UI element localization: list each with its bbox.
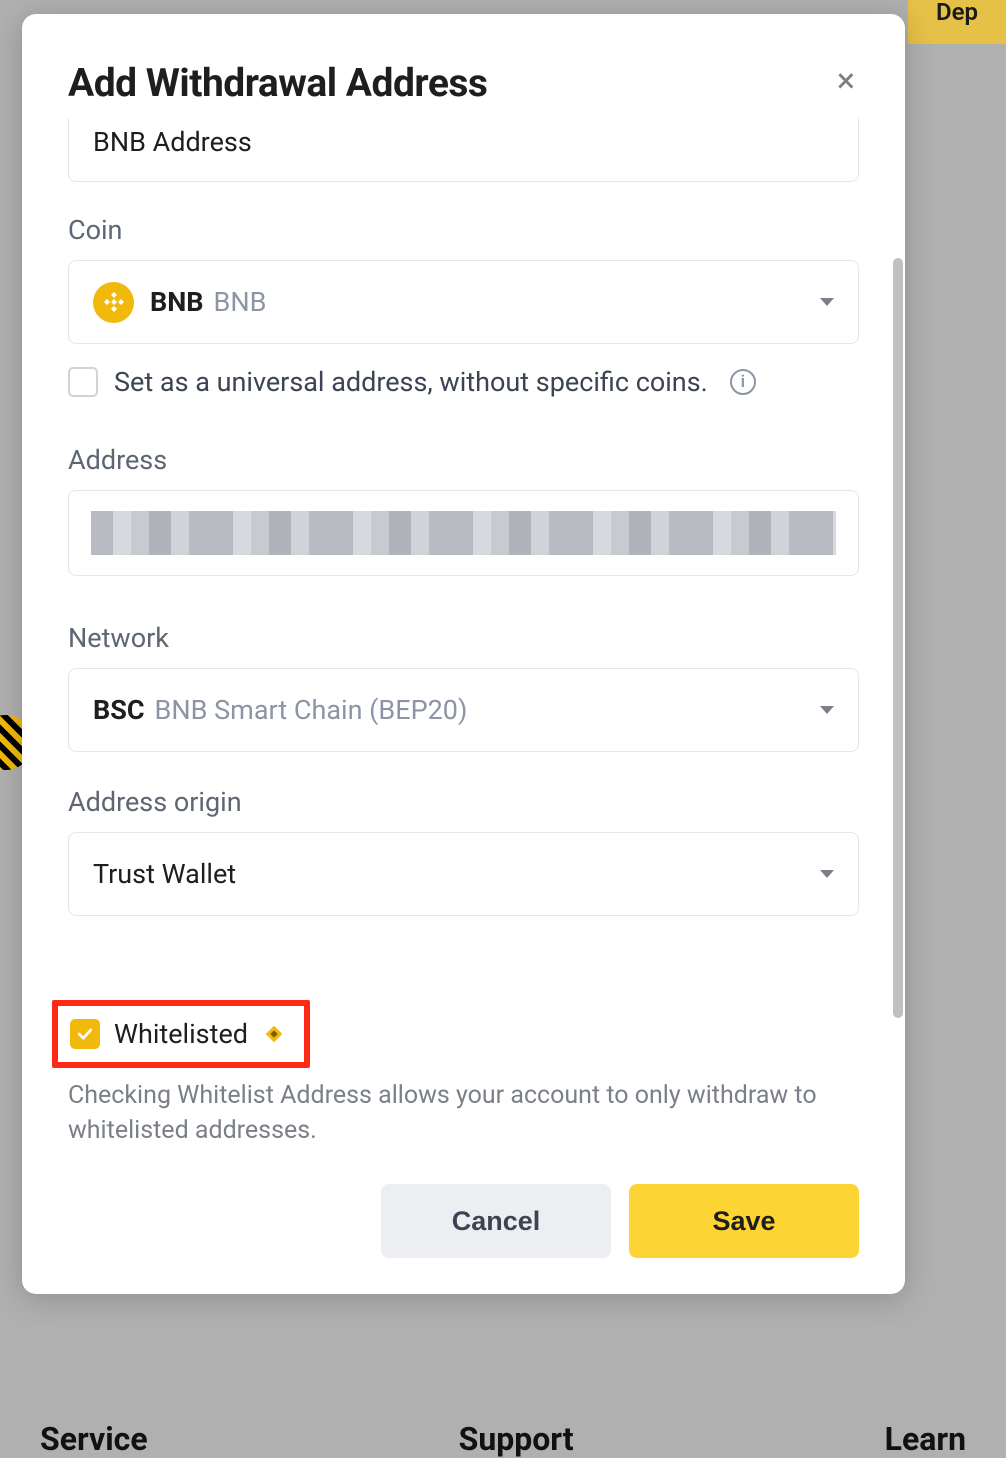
close-icon: × bbox=[837, 61, 855, 101]
background-left-text-2: oi bbox=[0, 640, 1, 670]
background-nav: Derivatives Earn Finance NFT Institution… bbox=[0, 0, 1006, 3]
address-origin-select[interactable]: Trust Wallet bbox=[68, 832, 859, 916]
coin-symbol: BNB bbox=[150, 286, 204, 318]
background-deposit-button: Dep bbox=[908, 0, 1006, 44]
address-label-input[interactable]: BNB Address bbox=[68, 118, 859, 182]
chevron-down-icon bbox=[820, 298, 834, 306]
address-origin-value: Trust Wallet bbox=[93, 858, 236, 890]
chevron-down-icon bbox=[820, 706, 834, 714]
coin-name: BNB bbox=[214, 286, 267, 318]
check-icon bbox=[75, 1024, 95, 1044]
modal-title: Add Withdrawal Address bbox=[68, 60, 487, 106]
address-value-redacted bbox=[91, 511, 836, 555]
universal-address-label: Set as a universal address, without spec… bbox=[114, 366, 708, 398]
network-select[interactable]: BSC BNB Smart Chain (BEP20) bbox=[68, 668, 859, 752]
whitelisted-label: Whitelisted bbox=[114, 1018, 248, 1050]
universal-address-checkbox[interactable] bbox=[68, 367, 98, 397]
info-icon[interactable]: i bbox=[730, 369, 756, 395]
whitelist-highlight-box: Whitelisted bbox=[52, 1000, 310, 1068]
address-origin-label: Address origin bbox=[68, 786, 859, 818]
cancel-button[interactable]: Cancel bbox=[381, 1184, 611, 1258]
scrollbar[interactable] bbox=[893, 258, 903, 1018]
whitelisted-checkbox[interactable] bbox=[70, 1019, 100, 1049]
network-name: BNB Smart Chain (BEP20) bbox=[155, 694, 468, 726]
add-withdrawal-address-modal: Add Withdrawal Address × BNB Address Coi… bbox=[22, 14, 905, 1294]
background-footer: Service Support Learn bbox=[0, 1420, 1006, 1458]
network-symbol: BSC bbox=[93, 694, 145, 726]
save-button[interactable]: Save bbox=[629, 1184, 859, 1258]
coin-select[interactable]: BNB BNB bbox=[68, 260, 859, 344]
coin-label: Coin bbox=[68, 214, 859, 246]
close-button[interactable]: × bbox=[833, 60, 859, 102]
bnb-icon bbox=[93, 282, 134, 323]
address-label: Address bbox=[68, 444, 859, 476]
whitelist-hint: Checking Whitelist Address allows your a… bbox=[68, 1078, 828, 1148]
address-input[interactable] bbox=[68, 490, 859, 576]
modal-scroll-area[interactable]: BNB Address Coin BNB BNB Set as a univer… bbox=[22, 118, 905, 980]
network-label: Network bbox=[68, 622, 859, 654]
tag-icon bbox=[262, 1022, 286, 1046]
chevron-down-icon bbox=[820, 870, 834, 878]
address-label-value: BNB Address bbox=[93, 126, 252, 158]
